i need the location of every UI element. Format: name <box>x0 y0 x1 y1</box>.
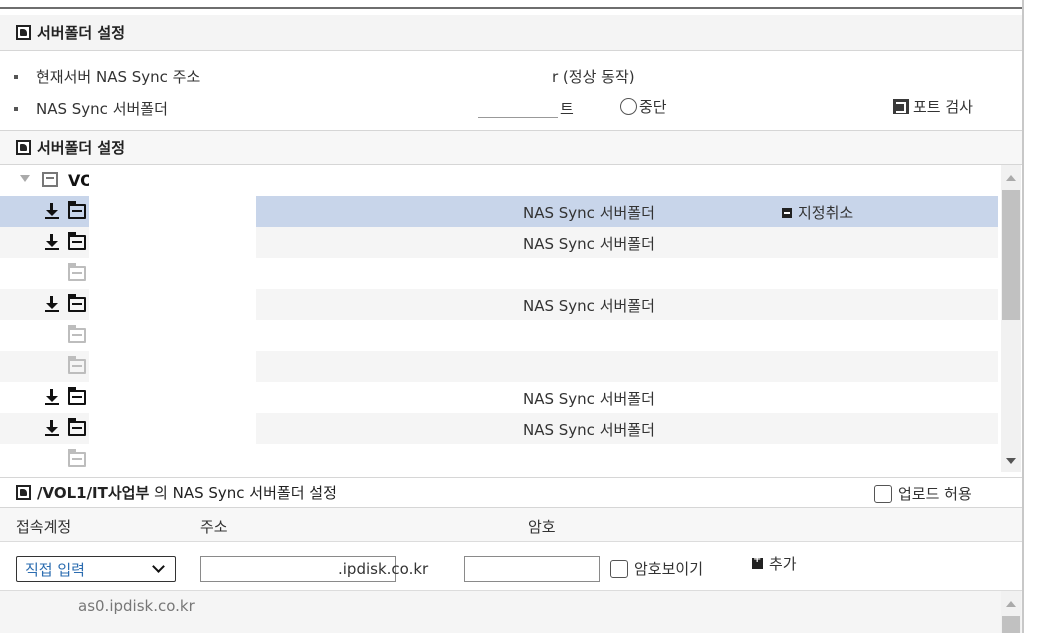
cancel-designation-button[interactable]: 지정취소 <box>782 202 853 223</box>
folder-icon <box>68 356 86 374</box>
redacted-area <box>395 66 553 118</box>
server-address-row: 현재서버 NAS Sync 주소 <box>14 66 200 87</box>
add-icon <box>752 554 763 569</box>
section-icon <box>16 25 31 40</box>
folder-config-middle: 의 <box>149 484 173 502</box>
cancel-designation-label: 지정취소 <box>798 204 854 222</box>
download-icon <box>44 234 60 251</box>
config-column-header: 접속계정 주소 암호 <box>0 508 1022 542</box>
column-password: 암호 <box>528 518 556 536</box>
folder-config-title: NAS Sync 서버폴더 설정 <box>172 484 337 502</box>
tree-scrollbar[interactable] <box>1001 165 1021 472</box>
stop-radio-label: 중단 <box>639 98 667 116</box>
add-button-label: 추가 <box>769 555 797 573</box>
drive-icon <box>42 172 58 187</box>
server-settings-header: 서버폴더 설정 <box>0 15 1022 51</box>
chevron-down-icon <box>152 560 165 573</box>
server-folder-status: 트 <box>560 100 574 118</box>
show-password-label: 암호보이기 <box>634 560 704 578</box>
folder-config-header: /VOL1/IT사업부 의 NAS Sync 서버폴더 설정 <box>0 477 1022 508</box>
download-icon <box>44 420 60 437</box>
show-password-checkbox[interactable] <box>610 559 628 578</box>
server-address-label: 현재서버 NAS Sync 주소 <box>36 68 201 86</box>
upload-allow-label: 업로드 허용 <box>898 485 972 503</box>
scroll-thumb[interactable] <box>1002 190 1020 320</box>
sync-folder-label: NAS Sync 서버폴더 <box>523 204 655 222</box>
account-select-value: 직접 입력 <box>25 560 85 579</box>
server-settings-title: 서버폴더 설정 <box>37 24 126 42</box>
stop-radio[interactable] <box>620 98 637 115</box>
folder-config-path: /VOL1/IT사업부 <box>37 484 150 502</box>
folder-icon <box>68 232 86 250</box>
address-suffix: .ipdisk.co.kr <box>338 560 429 578</box>
port-check-icon <box>893 99 909 114</box>
bullet-icon <box>14 74 18 79</box>
section-icon <box>16 485 31 500</box>
scroll-down-icon[interactable] <box>1006 458 1016 464</box>
sync-folder-label: NAS Sync 서버폴더 <box>523 390 655 408</box>
server-list: as0.ipdisk.co.kr <box>0 590 1022 633</box>
sync-folder-label: NAS Sync 서버폴더 <box>523 297 655 315</box>
upload-allow-checkbox[interactable] <box>874 484 892 503</box>
folder-icon <box>68 294 86 312</box>
collapse-triangle-icon[interactable] <box>20 175 30 182</box>
top-divider <box>0 0 1024 9</box>
folder-icon <box>68 418 86 436</box>
server-list-item[interactable]: as0.ipdisk.co.kr <box>78 597 195 615</box>
redacted-folder-names <box>89 165 256 472</box>
section-icon <box>16 140 31 155</box>
server-folder-label: NAS Sync 서버폴더 <box>36 100 168 118</box>
sync-folder-label: NAS Sync 서버폴더 <box>523 421 655 439</box>
server-address-status: r (정상 동작) <box>552 68 635 86</box>
account-select[interactable]: 직접 입력 <box>16 556 176 582</box>
cancel-icon <box>782 207 792 218</box>
folder-icon <box>68 387 86 405</box>
scroll-thumb[interactable] <box>1002 616 1020 633</box>
show-password-option[interactable]: 암호보이기 <box>610 558 703 579</box>
right-border <box>1022 0 1024 633</box>
list-scrollbar[interactable] <box>1001 591 1021 633</box>
server-folder-row: NAS Sync 서버폴더 <box>14 98 168 119</box>
download-icon <box>44 203 60 220</box>
folder-icon <box>68 449 86 467</box>
folder-tree-header: 서버폴더 설정 <box>0 130 1022 165</box>
scroll-up-icon[interactable] <box>1006 175 1016 181</box>
column-address: 주소 <box>200 518 228 536</box>
download-icon <box>44 389 60 406</box>
stop-radio-option[interactable]: 중단 <box>620 96 667 117</box>
redacted-underline <box>478 117 558 118</box>
folder-icon <box>68 325 86 343</box>
sync-folder-label: NAS Sync 서버폴더 <box>523 235 655 253</box>
download-icon <box>44 296 60 313</box>
bullet-icon <box>14 106 18 111</box>
folder-icon <box>68 263 86 281</box>
port-check-label: 포트 검사 <box>913 98 973 116</box>
port-check-button[interactable]: 포트 검사 <box>893 96 973 117</box>
upload-allow-option[interactable]: 업로드 허용 <box>874 483 972 504</box>
password-input[interactable] <box>464 556 600 582</box>
folder-tree-title: 서버폴더 설정 <box>37 139 126 157</box>
scroll-up-icon[interactable] <box>1006 601 1016 607</box>
add-button[interactable]: 추가 <box>752 553 797 574</box>
column-account: 접속계정 <box>16 518 72 536</box>
folder-icon <box>68 201 86 219</box>
